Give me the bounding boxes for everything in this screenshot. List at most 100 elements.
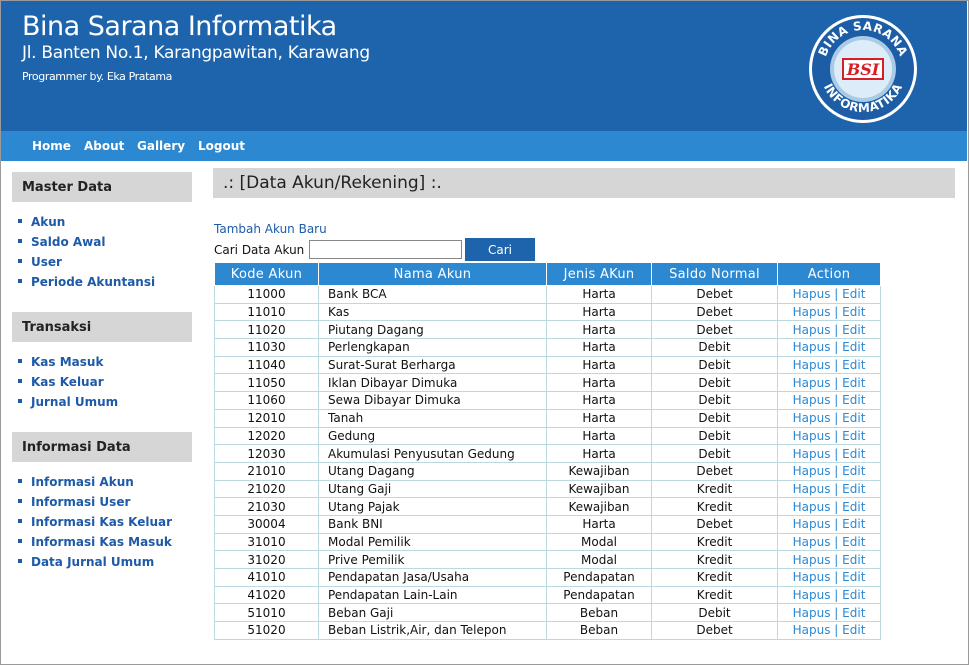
- edit-link[interactable]: Edit: [842, 535, 865, 549]
- edit-link[interactable]: Edit: [842, 500, 865, 514]
- cell-jenis-akun: Kewajiban: [546, 497, 652, 516]
- cell-jenis-akun: Harta: [546, 426, 652, 446]
- table-row: 21010 Utang Dagang Kewajiban Debet Hapus | E…: [214, 461, 881, 481]
- sidebar-item-informasi-akun[interactable]: Informasi Akun: [18, 475, 134, 489]
- table-row: 41020 Pendapatan Lain-Lain Pendapatan Kredi…: [214, 585, 881, 605]
- delete-link[interactable]: Hapus: [793, 553, 831, 567]
- edit-link[interactable]: Edit: [842, 588, 865, 602]
- nav-about[interactable]: About: [84, 139, 124, 153]
- table-row: 11050 Iklan Dibayar Dimuka Harta Debit Hapus…: [214, 373, 881, 393]
- cell-jenis-akun: Harta: [546, 320, 652, 340]
- add-account-link[interactable]: Tambah Akun Baru: [214, 222, 327, 236]
- cell-saldo-normal: Kredit: [651, 479, 778, 499]
- action-separator: |: [834, 287, 839, 302]
- cell-jenis-akun: Pendapatan: [546, 568, 652, 587]
- cell-nama-akun: Sewa Dibayar Dimuka: [318, 391, 547, 410]
- cell-saldo-normal: Debet: [651, 461, 778, 481]
- delete-link[interactable]: Hapus: [793, 393, 831, 407]
- table-row: 12010 Tanah Harta Debit Hapus | Edit: [214, 408, 881, 428]
- delete-link[interactable]: Hapus: [793, 376, 831, 390]
- sidebar-item-periode-akuntansi[interactable]: Periode Akuntansi: [18, 275, 155, 289]
- edit-link[interactable]: Edit: [842, 606, 865, 620]
- sidebar-head-informasi-data: Informasi Data: [12, 432, 192, 462]
- cell-kode-akun: 51020: [214, 621, 319, 640]
- delete-link[interactable]: Hapus: [793, 482, 831, 496]
- edit-link[interactable]: Edit: [842, 623, 865, 637]
- edit-link[interactable]: Edit: [842, 376, 865, 390]
- delete-link[interactable]: Hapus: [793, 570, 831, 584]
- cell-nama-akun: Pendapatan Jasa/Usaha: [318, 568, 547, 587]
- action-separator: |: [834, 322, 839, 337]
- cell-kode-akun: 41010: [214, 568, 319, 587]
- delete-link[interactable]: Hapus: [793, 447, 831, 461]
- edit-link[interactable]: Edit: [842, 393, 865, 407]
- cell-jenis-akun: Harta: [546, 302, 652, 322]
- edit-link[interactable]: Edit: [842, 429, 865, 443]
- delete-link[interactable]: Hapus: [793, 606, 831, 620]
- nav-logout[interactable]: Logout: [198, 139, 245, 153]
- cell-saldo-normal: Kredit: [651, 532, 778, 552]
- cell-saldo-normal: Debit: [651, 603, 778, 623]
- cell-kode-akun: 12010: [214, 408, 319, 428]
- sidebar-item-kas-masuk[interactable]: Kas Masuk: [18, 355, 103, 369]
- table-row: 11000 Bank BCA Harta Debet Hapus | Edit: [214, 285, 881, 304]
- edit-link[interactable]: Edit: [842, 340, 865, 354]
- cell-nama-akun: Akumulasi Penyusutan Gedung: [318, 444, 547, 463]
- cell-nama-akun: Utang Dagang: [318, 461, 547, 481]
- edit-link[interactable]: Edit: [842, 287, 865, 301]
- cell-nama-akun: Iklan Dibayar Dimuka: [318, 373, 547, 393]
- sidebar-item-kas-keluar[interactable]: Kas Keluar: [18, 375, 104, 389]
- nav-gallery[interactable]: Gallery: [137, 139, 185, 153]
- action-separator: |: [834, 534, 839, 549]
- cell-saldo-normal: Debet: [651, 285, 778, 304]
- edit-link[interactable]: Edit: [842, 411, 865, 425]
- delete-link[interactable]: Hapus: [793, 588, 831, 602]
- cell-action: Hapus | Edit: [777, 338, 881, 357]
- delete-link[interactable]: Hapus: [793, 517, 831, 531]
- nav-home[interactable]: Home: [32, 139, 71, 153]
- edit-link[interactable]: Edit: [842, 358, 865, 372]
- table-row: 51010 Beban Gaji Beban Debit Hapus | Edit: [214, 603, 881, 623]
- search-button[interactable]: Cari: [465, 238, 535, 261]
- delete-link[interactable]: Hapus: [793, 305, 831, 319]
- delete-link[interactable]: Hapus: [793, 411, 831, 425]
- edit-link[interactable]: Edit: [842, 482, 865, 496]
- cell-kode-akun: 30004: [214, 514, 319, 534]
- cell-jenis-akun: Modal: [546, 532, 652, 552]
- delete-link[interactable]: Hapus: [793, 464, 831, 478]
- delete-link[interactable]: Hapus: [793, 340, 831, 354]
- edit-link[interactable]: Edit: [842, 323, 865, 337]
- action-separator: |: [834, 446, 839, 461]
- sidebar-item-saldo-awal[interactable]: Saldo Awal: [18, 235, 105, 249]
- search-input[interactable]: [309, 240, 462, 259]
- delete-link[interactable]: Hapus: [793, 535, 831, 549]
- delete-link[interactable]: Hapus: [793, 358, 831, 372]
- delete-link[interactable]: Hapus: [793, 323, 831, 337]
- edit-link[interactable]: Edit: [842, 447, 865, 461]
- cell-action: Hapus | Edit: [777, 302, 881, 322]
- sidebar-item-informasi-kas-keluar[interactable]: Informasi Kas Keluar: [18, 515, 172, 529]
- action-separator: |: [834, 375, 839, 390]
- delete-link[interactable]: Hapus: [793, 500, 831, 514]
- sidebar-item-jurnal-umum[interactable]: Jurnal Umum: [18, 395, 118, 409]
- sidebar-item-informasi-kas-masuk[interactable]: Informasi Kas Masuk: [18, 535, 172, 549]
- edit-link[interactable]: Edit: [842, 517, 865, 531]
- cell-saldo-normal: Kredit: [651, 550, 778, 569]
- cell-jenis-akun: Harta: [546, 285, 652, 304]
- sidebar-item-data-jurnal-umum[interactable]: Data Jurnal Umum: [18, 555, 154, 569]
- cell-action: Hapus | Edit: [777, 355, 881, 375]
- sidebar-item-user[interactable]: User: [18, 255, 62, 269]
- delete-link[interactable]: Hapus: [793, 623, 831, 637]
- edit-link[interactable]: Edit: [842, 305, 865, 319]
- delete-link[interactable]: Hapus: [793, 287, 831, 301]
- table-row: 31010 Modal Pemilik Modal Kredit Hapus | Edi…: [214, 532, 881, 552]
- cell-action: Hapus | Edit: [777, 514, 881, 534]
- sidebar-item-informasi-user[interactable]: Informasi User: [18, 495, 130, 509]
- edit-link[interactable]: Edit: [842, 570, 865, 584]
- cell-action: Hapus | Edit: [777, 603, 881, 623]
- action-separator: |: [834, 340, 839, 355]
- delete-link[interactable]: Hapus: [793, 429, 831, 443]
- edit-link[interactable]: Edit: [842, 464, 865, 478]
- sidebar-item-akun[interactable]: Akun: [18, 215, 65, 229]
- edit-link[interactable]: Edit: [842, 553, 865, 567]
